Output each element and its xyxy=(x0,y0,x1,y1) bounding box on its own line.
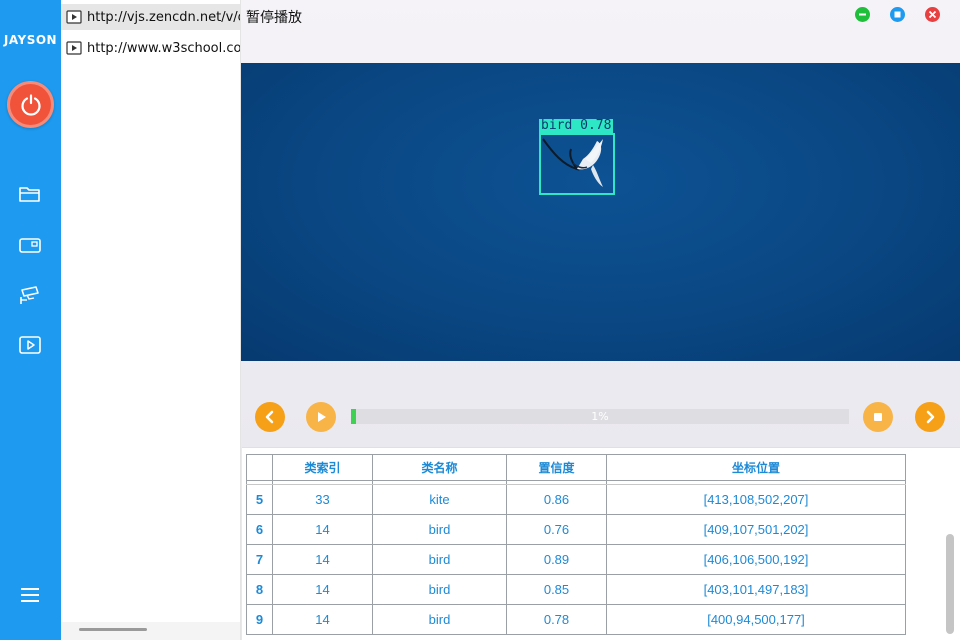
table-row[interactable]: 6 14 bird 0.76 [409,107,501,202] xyxy=(246,514,906,545)
row-index: 9 xyxy=(246,604,273,635)
position-cell: [409,107,501,202] xyxy=(606,514,906,545)
url-list-item[interactable]: http://vjs.zencdn.net/v/oceans.mp4 xyxy=(61,4,241,30)
maximize-button[interactable] xyxy=(890,7,905,22)
video-file-icon xyxy=(66,41,82,55)
confidence-cell: 0.85 xyxy=(506,574,607,605)
position-cell: [400,94,500,177] xyxy=(606,604,906,635)
url-label: http://vjs.zencdn.net/v/oceans.mp4 xyxy=(87,9,241,25)
class-index-cell: 14 xyxy=(272,544,373,575)
row-index: 8 xyxy=(246,574,273,605)
position-cell: [403,101,497,183] xyxy=(606,574,906,605)
class-name-cell: bird xyxy=(372,574,507,605)
table-row[interactable]: 8 14 bird 0.85 [403,101,497,183] xyxy=(246,574,906,605)
detection-results-table: 类索引 类名称 置信度 坐标位置 5 33 kite 0.86 [413,108… xyxy=(242,447,960,640)
class-index-cell: 14 xyxy=(272,514,373,545)
table-row[interactable]: 5 33 kite 0.86 [413,108,502,207] xyxy=(246,484,906,515)
detection-label: bird 0.78 xyxy=(539,118,614,133)
horizontal-scrollbar[interactable] xyxy=(61,622,240,640)
scrollbar-thumb[interactable] xyxy=(79,628,147,631)
column-header[interactable]: 置信度 xyxy=(506,454,607,481)
video-display: bird 0.78 xyxy=(241,63,960,361)
brand-logo: JAYSON xyxy=(3,33,58,47)
next-button[interactable] xyxy=(915,402,945,432)
close-icon xyxy=(928,10,937,19)
column-header[interactable]: 类名称 xyxy=(372,454,507,481)
play-icon xyxy=(318,412,326,422)
class-name-cell: bird xyxy=(372,514,507,545)
url-list-item[interactable]: http://www.w3school.com.cn/i/movie.mp4 xyxy=(61,35,241,61)
vertical-scrollbar[interactable] xyxy=(945,454,955,636)
play-button[interactable] xyxy=(306,402,336,432)
progress-text: 1% xyxy=(591,410,609,423)
column-header xyxy=(246,454,273,481)
column-header[interactable]: 类索引 xyxy=(272,454,373,481)
chevron-right-icon xyxy=(926,410,935,424)
stop-icon xyxy=(874,413,882,421)
column-header[interactable]: 坐标位置 xyxy=(606,454,906,481)
play-video-icon[interactable] xyxy=(17,334,43,356)
sidebar: JAYSON xyxy=(0,0,61,640)
power-icon xyxy=(20,93,41,116)
previous-button[interactable] xyxy=(255,402,285,432)
window-title: 暂停播放 xyxy=(246,10,302,26)
class-index-cell: 14 xyxy=(272,604,373,635)
scrollbar-thumb[interactable] xyxy=(946,534,954,634)
position-cell: [406,106,500,192] xyxy=(606,544,906,575)
app-window: JAYSON http://vjs.zencdn.net/v/o http://… xyxy=(0,0,960,640)
url-label: http://www.w3school.com.cn/i/movie.mp4 xyxy=(87,40,241,56)
confidence-cell: 0.86 xyxy=(506,484,607,515)
class-index-cell: 33 xyxy=(272,484,373,515)
confidence-cell: 0.89 xyxy=(506,544,607,575)
row-index: 5 xyxy=(246,484,273,515)
close-button[interactable] xyxy=(925,7,940,22)
power-button[interactable] xyxy=(7,81,54,128)
class-name-cell: bird xyxy=(372,544,507,575)
minimize-icon xyxy=(859,13,866,16)
video-file-icon xyxy=(66,10,82,24)
detection-box xyxy=(539,133,615,195)
table-row[interactable]: 9 14 bird 0.78 [400,94,500,177] xyxy=(246,604,906,635)
chevron-left-icon xyxy=(265,410,274,424)
camera-icon[interactable] xyxy=(17,234,43,256)
stop-button[interactable] xyxy=(863,402,893,432)
confidence-cell: 0.76 xyxy=(506,514,607,545)
hamburger-menu-icon[interactable] xyxy=(20,587,40,603)
results-table: 类索引 类名称 置信度 坐标位置 5 33 kite 0.86 [413,108… xyxy=(246,454,906,635)
class-index-cell: 14 xyxy=(272,574,373,605)
cctv-icon[interactable] xyxy=(17,284,43,306)
maximize-icon xyxy=(894,11,901,18)
position-cell: [413,108,502,207] xyxy=(606,484,906,515)
main-area: 暂停播放 bird 0.78 1% 类索引 类名称 置信度 坐标位置 5 33 … xyxy=(241,0,960,640)
minimize-button[interactable] xyxy=(855,7,870,22)
table-row[interactable]: 7 14 bird 0.89 [406,106,500,192] xyxy=(246,544,906,575)
folder-icon[interactable] xyxy=(17,183,43,205)
confidence-cell: 0.78 xyxy=(506,604,607,635)
class-name-cell: bird xyxy=(372,604,507,635)
row-index: 6 xyxy=(246,514,273,545)
row-index: 7 xyxy=(246,544,273,575)
progress-bar[interactable]: 1% xyxy=(351,409,849,424)
url-list-panel: http://vjs.zencdn.net/v/oceans.mp4 http:… xyxy=(61,0,241,640)
class-name-cell: kite xyxy=(372,484,507,515)
